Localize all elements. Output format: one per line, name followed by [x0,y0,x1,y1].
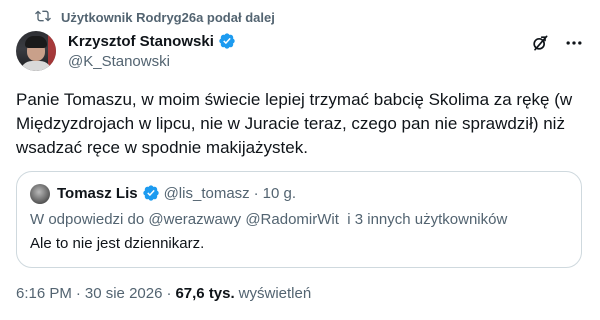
verified-badge-icon [142,184,160,202]
reply-suffix: i 3 innych użytkowników [338,211,508,228]
separator-dot: · [166,285,172,302]
quoted-timestamp: 10 g. [262,184,297,202]
quoted-author-name: Tomasz Lis [57,184,138,202]
quoted-author-handle: @lis_tomasz [163,184,250,202]
author-name[interactable]: Krzysztof Stanowski [68,33,214,50]
tweet-meta: 6:16 PM · 30 sie 2026 · 67,6 tys. wyświe… [16,285,311,302]
reply-context: W odpowiedzi do @werazwawy @RadomirWit i… [30,211,507,228]
author-handle[interactable]: @K_Stanowski [68,53,170,70]
separator-dot: · [75,285,81,302]
reply-mentions[interactable]: @werazwawy @RadomirWit [148,211,338,228]
tweet-text: Panie Tomaszu, w moim świecie lepiej trz… [16,90,573,157]
reply-prefix: W odpowiedzi do [30,211,149,228]
avatar[interactable] [16,31,56,71]
views-count: 67,6 tys. [175,285,235,302]
grok-icon[interactable] [530,33,550,53]
verified-badge-icon[interactable] [218,32,236,50]
separator-dot: · [253,184,259,202]
more-icon[interactable] [564,33,584,53]
retweet-icon [35,8,51,27]
quoted-tweet[interactable]: Tomasz Lis @lis_tomasz · 10 g. W odpowie… [16,171,582,268]
tweet-time[interactable]: 6:16 PM [16,285,72,302]
tweet-date[interactable]: 30 sie 2026 [85,285,163,302]
repost-context[interactable]: Użytkownik Rodryg26a podał dalej [35,8,275,26]
repost-context-label: Użytkownik Rodryg26a podał dalej [61,9,275,25]
quoted-tweet-text: Ale to nie jest dziennikarz. [30,235,205,252]
quoted-avatar[interactable] [30,184,50,204]
views-label: wyświetleń [238,285,312,302]
tweet[interactable]: Użytkownik Rodryg26a podał dalej Krzyszt… [0,0,600,320]
